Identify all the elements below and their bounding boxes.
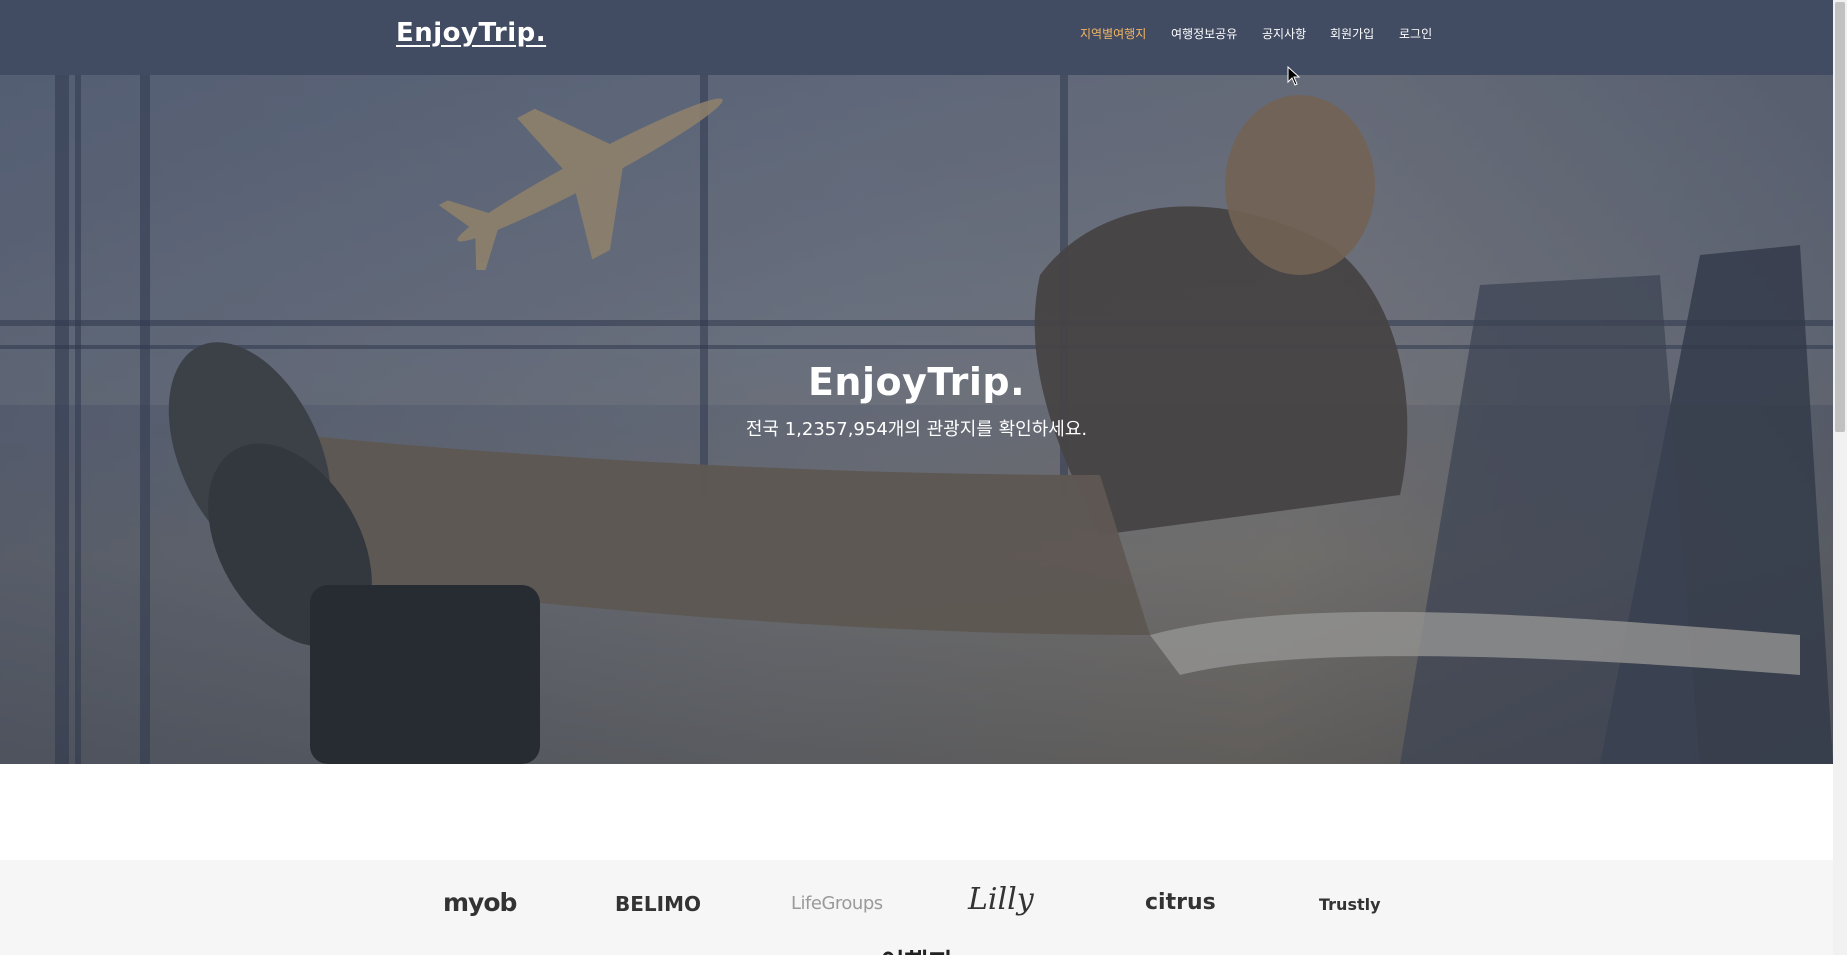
page-scrollbar[interactable] xyxy=(1833,0,1847,955)
section-heading: 여행지 xyxy=(0,943,1833,955)
mouse-cursor-icon xyxy=(1287,66,1301,86)
partner-logo-belimo: BELIMO xyxy=(615,892,701,916)
partner-logo-lifegroups: LifeGroups xyxy=(791,893,883,914)
hero-title: EnjoyTrip. xyxy=(807,360,1026,404)
partner-logo-trustly: Trustly xyxy=(1319,895,1381,914)
nav-menu: 지역별여행지 여행정보공유 공지사항 회원가입 로그인 xyxy=(0,25,1833,45)
page: EnjoyTrip. 지역별여행지 여행정보공유 공지사항 회원가입 로그인 E… xyxy=(0,0,1833,955)
scrollbar-thumb[interactable] xyxy=(1835,2,1845,432)
partner-logo-citrus: citrus xyxy=(1145,890,1216,915)
hero-banner: EnjoyTrip. 전국 1,2357,954개의 관광지를 확인하세요. xyxy=(0,75,1833,764)
nav-item-notice[interactable]: 공지사항 xyxy=(1262,25,1306,42)
partner-logo-myob: myob xyxy=(443,888,517,917)
nav-item-travel-info-share[interactable]: 여행정보공유 xyxy=(1171,25,1237,42)
partner-logos-section: myob BELIMO LifeGroups Lilly citrus Trus… xyxy=(0,860,1833,955)
hero-subtitle: 전국 1,2357,954개의 관광지를 확인하세요. xyxy=(745,419,1088,440)
nav-item-login[interactable]: 로그인 xyxy=(1399,25,1432,42)
top-navbar: EnjoyTrip. 지역별여행지 여행정보공유 공지사항 회원가입 로그인 xyxy=(0,0,1833,75)
content-spacer xyxy=(0,764,1833,860)
nav-item-regional-destinations[interactable]: 지역별여행지 xyxy=(1080,25,1146,42)
nav-item-signup[interactable]: 회원가입 xyxy=(1330,25,1374,42)
partner-logo-lilly: Lilly xyxy=(968,882,1034,917)
